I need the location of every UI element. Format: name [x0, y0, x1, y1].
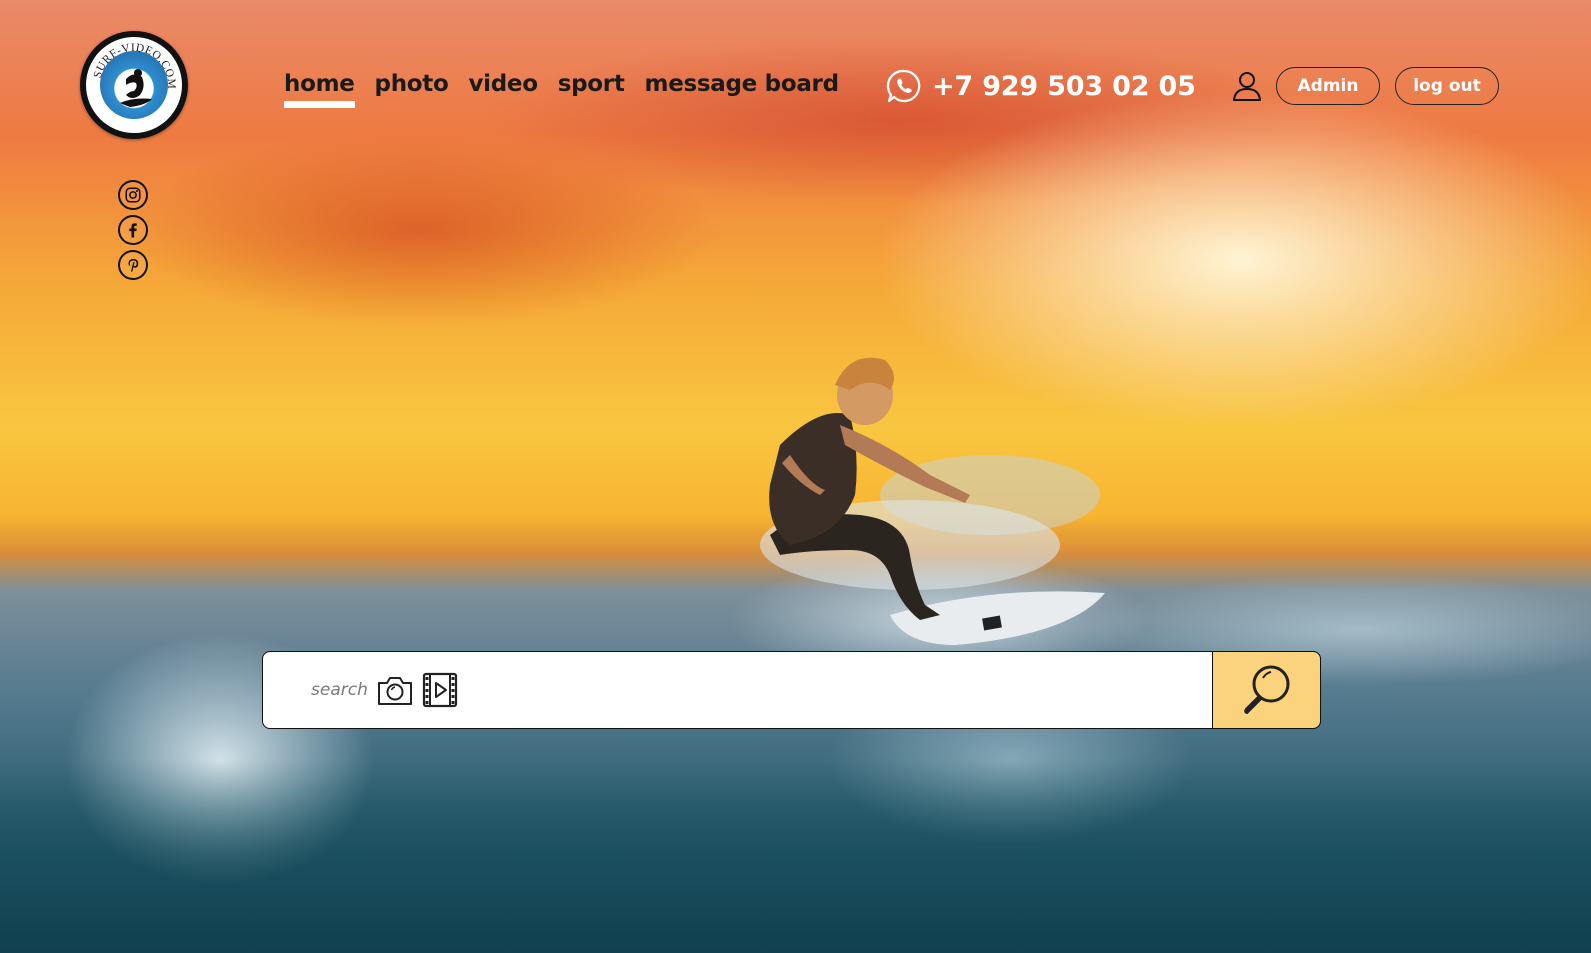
logout-button[interactable]: log out — [1395, 67, 1499, 105]
nav-message-board[interactable]: message board — [645, 66, 840, 102]
search-button[interactable] — [1212, 651, 1321, 729]
user-icon[interactable] — [1232, 70, 1262, 102]
contact-phone[interactable]: +7 929 503 02 05 — [886, 68, 1196, 104]
nav-video[interactable]: video — [468, 66, 538, 102]
search-bar — [262, 651, 1321, 729]
site-logo[interactable]: SURF-VIDEO.COM — [80, 31, 188, 139]
phone-number: +7 929 503 02 05 — [932, 70, 1196, 102]
camera-icon[interactable] — [376, 672, 414, 708]
instagram-icon — [125, 187, 141, 203]
surfer-image — [760, 357, 1105, 645]
hero-background — [0, 0, 1591, 953]
film-icon[interactable] — [421, 671, 459, 709]
search-input[interactable] — [303, 652, 381, 727]
admin-button[interactable]: Admin — [1276, 67, 1380, 105]
facebook-link[interactable] — [118, 215, 148, 245]
nav-home[interactable]: home — [284, 66, 355, 108]
whatsapp-icon — [886, 69, 921, 103]
nav-photo[interactable]: photo — [375, 66, 449, 102]
surfer-logo-icon — [126, 74, 144, 98]
main-nav: home photo video sport message board — [284, 66, 840, 108]
nav-sport[interactable]: sport — [558, 66, 625, 102]
magnifier-icon — [1243, 665, 1289, 714]
wave-water — [0, 760, 1591, 953]
pinterest-link[interactable] — [118, 250, 148, 280]
instagram-link[interactable] — [118, 180, 148, 210]
facebook-icon — [129, 223, 137, 238]
pinterest-icon — [128, 259, 139, 272]
